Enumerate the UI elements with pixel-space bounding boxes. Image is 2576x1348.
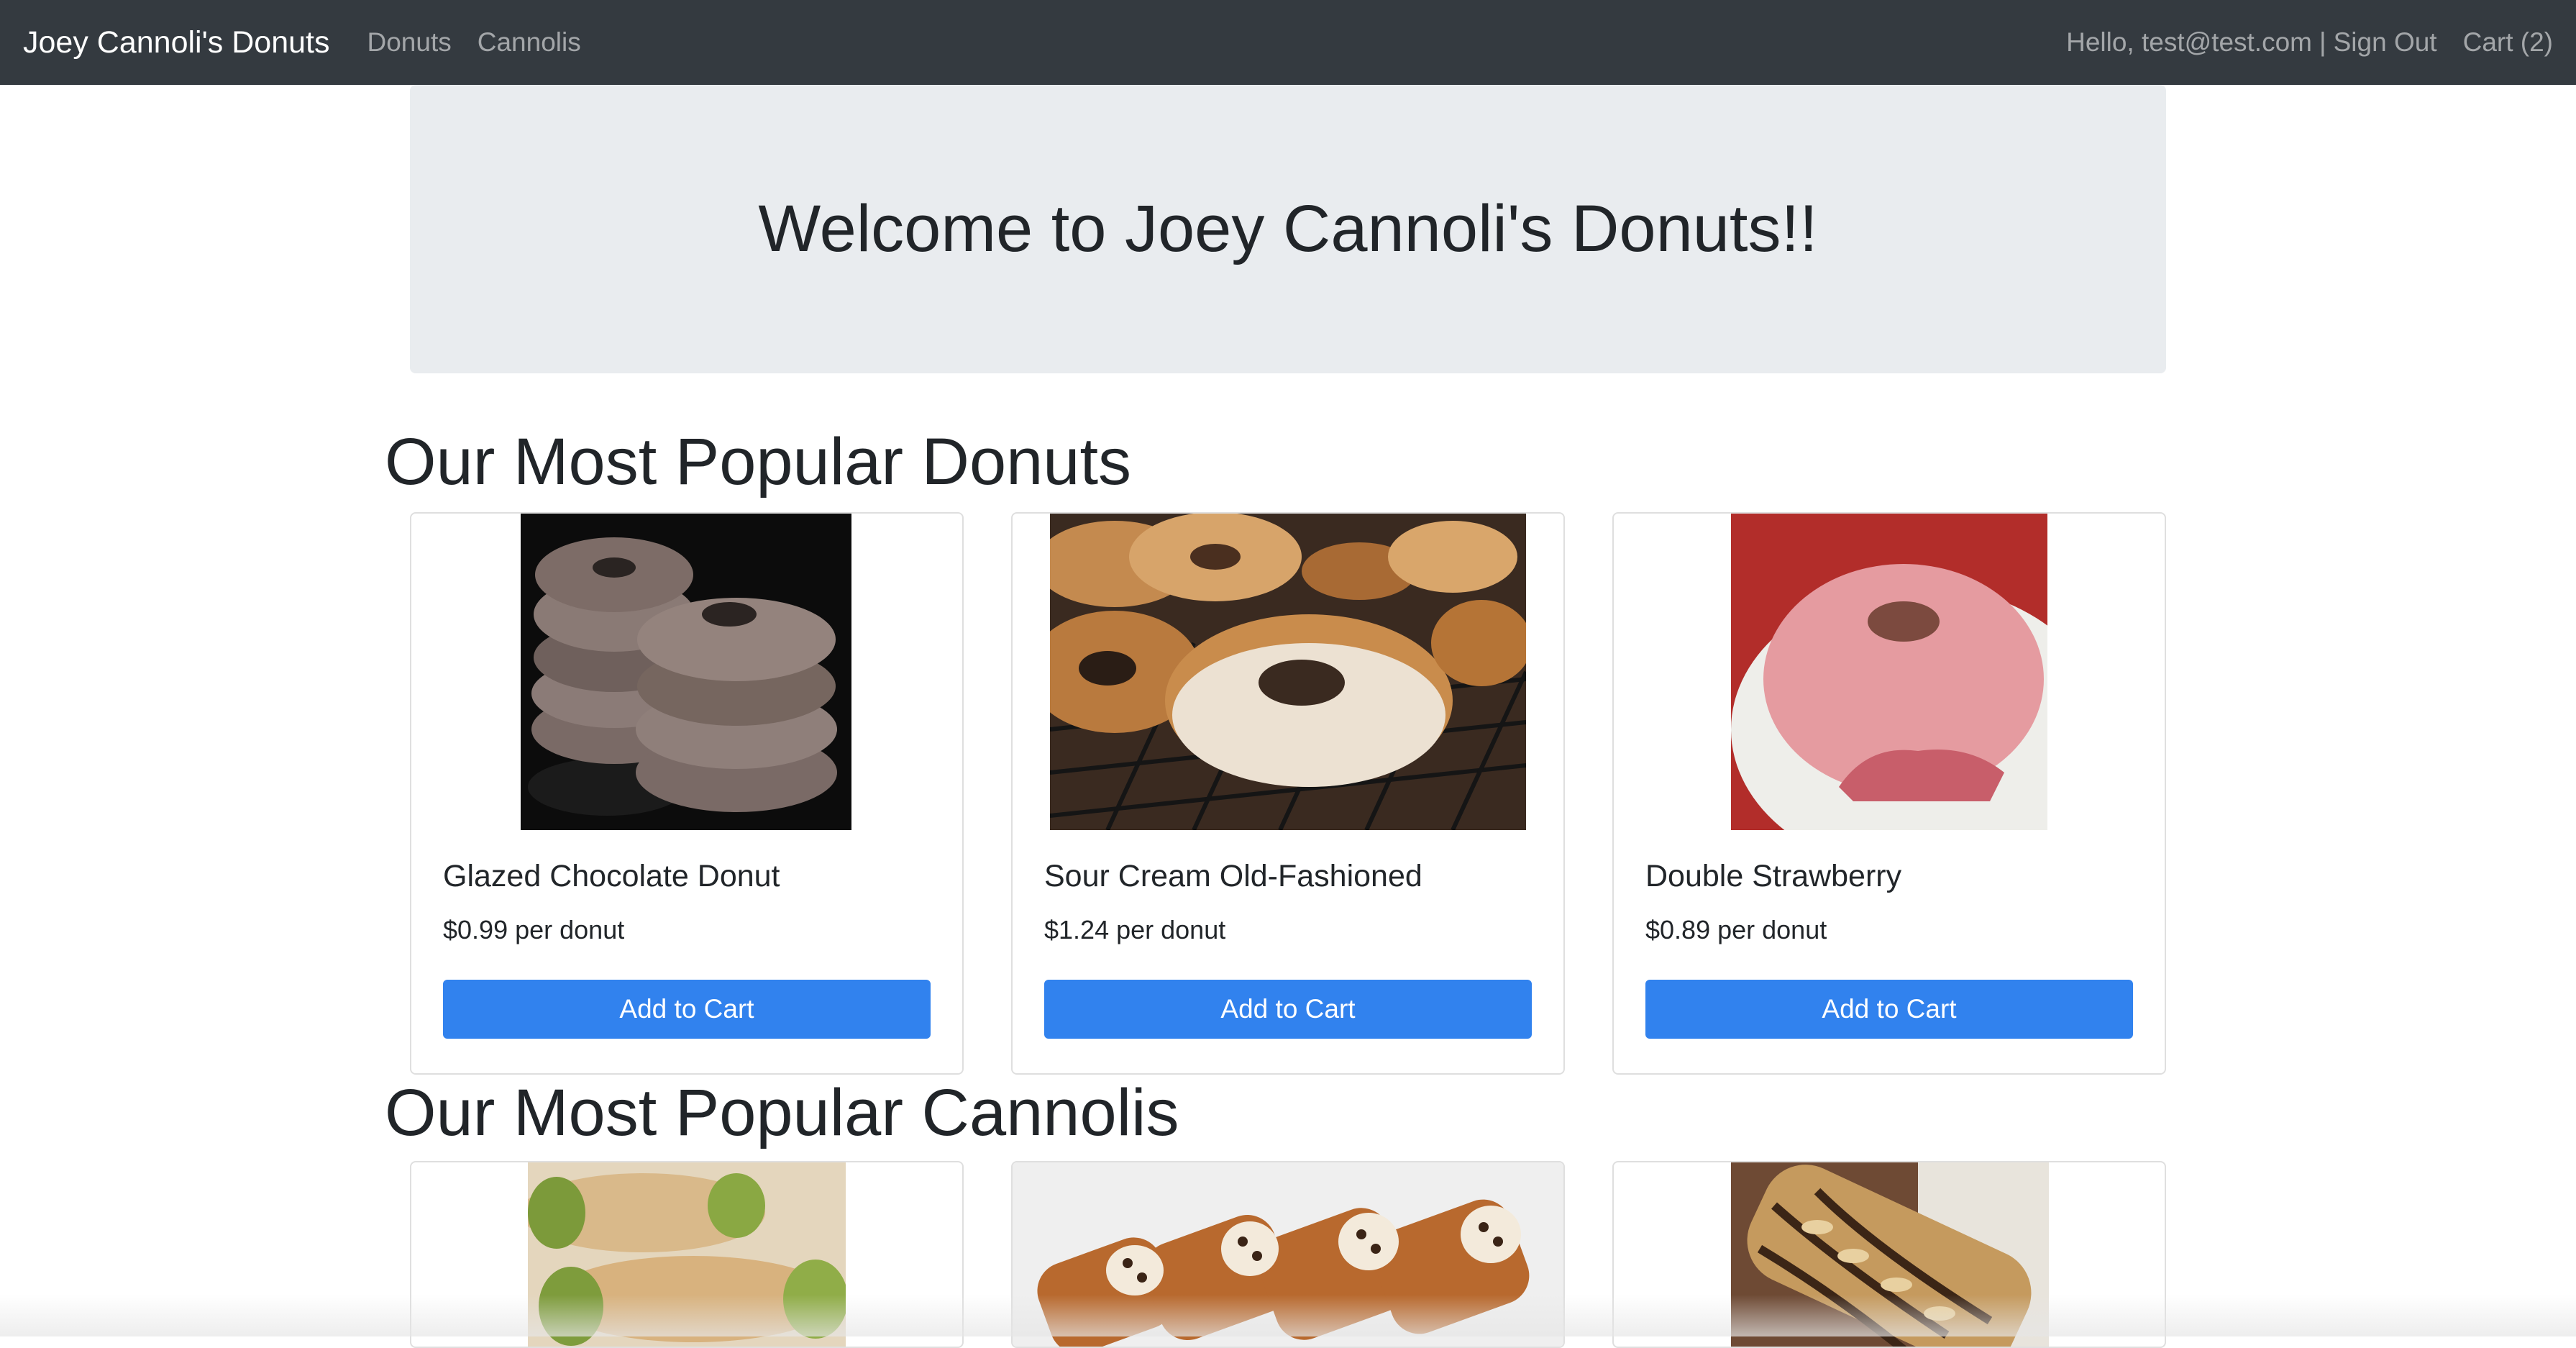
cart-link[interactable]: Cart (2) bbox=[2463, 27, 2553, 58]
user-greeting: Hello, test@test.com bbox=[2066, 27, 2312, 57]
cannoli-card bbox=[1011, 1161, 1565, 1348]
brand-link[interactable]: Joey Cannoli's Donuts bbox=[23, 25, 330, 60]
add-to-cart-button[interactable]: Add to Cart bbox=[1044, 980, 1532, 1039]
donut-card: Sour Cream Old-Fashioned $1.24 per donut… bbox=[1011, 512, 1565, 1075]
almond-cannoli-image bbox=[1731, 1162, 2049, 1347]
donut-card: Double Strawberry $0.89 per donut Add to… bbox=[1612, 512, 2166, 1075]
add-to-cart-button[interactable]: Add to Cart bbox=[443, 980, 931, 1039]
donuts-section-title: Our Most Popular Donuts bbox=[385, 425, 1132, 498]
donut-card: Glazed Chocolate Donut $0.99 per donut A… bbox=[410, 512, 964, 1075]
nav-link-cannolis[interactable]: Cannolis bbox=[478, 27, 581, 58]
sign-out-link[interactable]: Sign Out bbox=[2334, 27, 2437, 58]
nav-link-donuts[interactable]: Donuts bbox=[367, 27, 452, 58]
cannoli-card bbox=[1612, 1161, 2166, 1348]
pistachio-cannoli-image bbox=[528, 1162, 846, 1347]
strawberry-donut-image bbox=[1731, 514, 2047, 830]
welcome-heading: Welcome to Joey Cannoli's Donuts!! bbox=[758, 192, 1818, 265]
navbar-user-area: Hello, test@test.com | Sign Out Cart (2) bbox=[2066, 27, 2553, 58]
donut-name: Sour Cream Old-Fashioned bbox=[1044, 859, 1422, 893]
donut-name: Double Strawberry bbox=[1645, 859, 1902, 893]
chocolate-donut-image bbox=[521, 514, 851, 830]
donut-price: $1.24 per donut bbox=[1044, 915, 1226, 944]
nav-separator: | bbox=[2319, 27, 2326, 57]
donut-name: Glazed Chocolate Donut bbox=[443, 859, 780, 893]
donut-price: $0.89 per donut bbox=[1645, 915, 1827, 944]
welcome-jumbotron: Welcome to Joey Cannoli's Donuts!! bbox=[410, 85, 2166, 373]
top-navbar: Joey Cannoli's Donuts Donuts Cannolis He… bbox=[0, 0, 2576, 85]
cannoli-card bbox=[410, 1161, 964, 1348]
cannolis-section-title: Our Most Popular Cannolis bbox=[385, 1076, 1179, 1149]
add-to-cart-button[interactable]: Add to Cart bbox=[1645, 980, 2133, 1039]
chocolate-chip-cannoli-image bbox=[1013, 1162, 1563, 1347]
donut-price: $0.99 per donut bbox=[443, 915, 625, 944]
old-fashioned-donut-image bbox=[1050, 514, 1526, 830]
